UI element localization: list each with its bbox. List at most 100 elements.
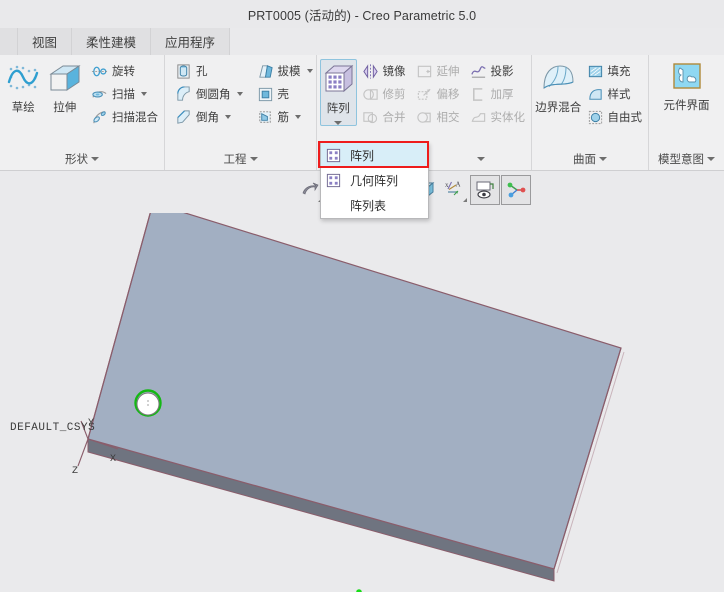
round-icon	[177, 85, 190, 101]
solidify-button-label: 实体化	[490, 112, 526, 124]
boundary-blend-button[interactable]: 边界混合	[535, 59, 582, 115]
offset-button: 偏移	[413, 83, 463, 105]
graphics-viewport[interactable]: Y X Z	[0, 213, 724, 592]
draft-caret-icon[interactable]	[306, 69, 313, 73]
sketch-button[interactable]: 草绘	[3, 59, 44, 115]
round-button-label: 倒圆角	[196, 89, 231, 101]
round-button[interactable]: 倒圆角	[172, 83, 246, 105]
intersect-icon	[416, 111, 431, 123]
csys-axis-z-label: Z	[72, 466, 78, 477]
chamfer-button-label: 倒角	[196, 112, 219, 124]
spin-center-icon	[507, 182, 526, 198]
surfaces-label-text: 曲面	[573, 154, 596, 166]
datum-display-caret-icon[interactable]	[463, 194, 467, 202]
menu-item-pattern-table-label: 阵列表	[350, 199, 387, 213]
ribbon-group-model-intent-label[interactable]: 模型意图	[649, 148, 724, 170]
thicken-button-label: 加厚	[490, 89, 514, 101]
pattern-button[interactable]: 阵列	[320, 59, 357, 126]
shapes-label-text: 形状	[65, 154, 88, 166]
fill-button[interactable]: 填充	[584, 60, 646, 82]
tab-view[interactable]: 视图	[18, 28, 73, 55]
pattern-dropdown-caret-icon[interactable]	[334, 121, 343, 125]
menu-item-pattern[interactable]: 阵列	[321, 143, 428, 168]
merge-button: 合并	[359, 106, 409, 128]
model-intent-expand-icon[interactable]	[707, 157, 715, 161]
swept-blend-button[interactable]: 扫描混合	[88, 106, 161, 128]
style-icon	[588, 88, 602, 100]
ribbon-group-shapes-label[interactable]: 形状	[0, 148, 164, 170]
sweep-icon	[92, 90, 107, 98]
ribbon-group-surfaces-label[interactable]: 曲面	[532, 148, 648, 170]
boundary-blend-icon	[543, 65, 574, 89]
pattern-button-label: 阵列	[326, 103, 350, 115]
style-button[interactable]: 样式	[584, 83, 646, 105]
swept-blend-button-label: 扫描混合	[112, 112, 158, 124]
merge-button-label: 合并	[382, 112, 406, 124]
menu-item-pattern-table[interactable]: 阵列表	[321, 193, 428, 218]
surfaces-expand-icon[interactable]	[599, 157, 607, 161]
style-button-label: 样式	[607, 89, 631, 101]
menu-item-geometry-pattern[interactable]: 几何阵列	[321, 168, 428, 193]
shapes-expand-icon[interactable]	[91, 157, 99, 161]
ribbon-group-engineering-label[interactable]: 工程	[165, 148, 316, 170]
chamfer-button[interactable]: 倒角	[172, 106, 246, 128]
pattern-icon	[324, 64, 354, 93]
sketch-icon	[8, 65, 39, 90]
mirror-button[interactable]: 镜像	[359, 60, 409, 82]
menu-item-pattern-label: 阵列	[350, 149, 375, 163]
solidify-icon	[471, 112, 485, 122]
tab-flexible-modeling[interactable]: 柔性建模	[72, 28, 152, 55]
pattern-dropdown-menu[interactable]: 阵列 几何阵列 阵列表	[320, 142, 429, 219]
revolve-button-label: 旋转	[112, 66, 135, 78]
datum-display-button[interactable]: x A	[441, 175, 469, 205]
shell-button-label: 壳	[277, 89, 290, 101]
chamfer-caret-icon[interactable]	[225, 115, 231, 119]
rib-caret-icon[interactable]	[295, 115, 301, 119]
shell-icon	[258, 87, 272, 101]
round-caret-icon[interactable]	[236, 92, 243, 96]
project-button-label: 投影	[490, 66, 514, 78]
engineering-expand-icon[interactable]	[249, 157, 258, 161]
offset-icon	[417, 88, 431, 100]
component-interface-button-label: 元件界面	[663, 100, 710, 112]
component-interface-button[interactable]: 元件界面	[654, 59, 720, 113]
revolve-button[interactable]: 旋转	[88, 60, 161, 82]
sweep-button[interactable]: 扫描	[88, 83, 161, 105]
extend-icon	[417, 65, 431, 77]
hole-button-label: 孔	[196, 66, 208, 78]
annotation-display-button[interactable]	[470, 175, 500, 205]
hole-button[interactable]: 孔	[172, 60, 246, 82]
component-interface-icon	[672, 63, 701, 89]
freestyle-button[interactable]: 自由式	[584, 106, 646, 128]
boundary-blend-button-label: 边界混合	[535, 102, 582, 114]
intersect-button: 相交	[413, 106, 463, 128]
model-3d-view: Y X Z	[72, 213, 625, 592]
svg-text:A: A	[456, 181, 461, 189]
tab-applications[interactable]: 应用程序	[151, 28, 231, 55]
project-icon	[470, 65, 486, 78]
pattern-table-icon-placeholder	[325, 197, 342, 214]
sweep-caret-icon[interactable]	[141, 92, 147, 96]
csys-axis-x-label: X	[110, 454, 116, 465]
fill-button-label: 填充	[607, 66, 631, 78]
engineering-label-text: 工程	[223, 154, 247, 166]
revolve-icon	[91, 66, 108, 76]
rib-button[interactable]: 筋	[254, 106, 316, 128]
swept-blend-icon	[93, 110, 106, 123]
project-button[interactable]: 投影	[467, 60, 529, 82]
shell-button[interactable]: 壳	[254, 83, 316, 105]
thicken-icon	[472, 87, 482, 101]
spin-center-button[interactable]	[501, 175, 531, 205]
extrude-icon	[49, 65, 81, 91]
tab-strip-filler	[230, 28, 724, 55]
creo-parametric-window: PRT0005 (活动的) - Creo Parametric 5.0 视图 柔…	[0, 0, 724, 592]
trim-button: 修剪	[359, 83, 409, 105]
draft-button[interactable]: 拔模	[254, 60, 316, 82]
offset-button-label: 偏移	[436, 89, 460, 101]
geometry-pattern-icon	[326, 173, 341, 188]
editing-expand-icon[interactable]	[477, 157, 485, 161]
mirror-icon	[362, 63, 378, 79]
tab-strip-left-pad	[0, 28, 18, 55]
trim-button-label: 修剪	[382, 89, 406, 101]
extrude-button[interactable]: 拉伸	[44, 59, 86, 115]
